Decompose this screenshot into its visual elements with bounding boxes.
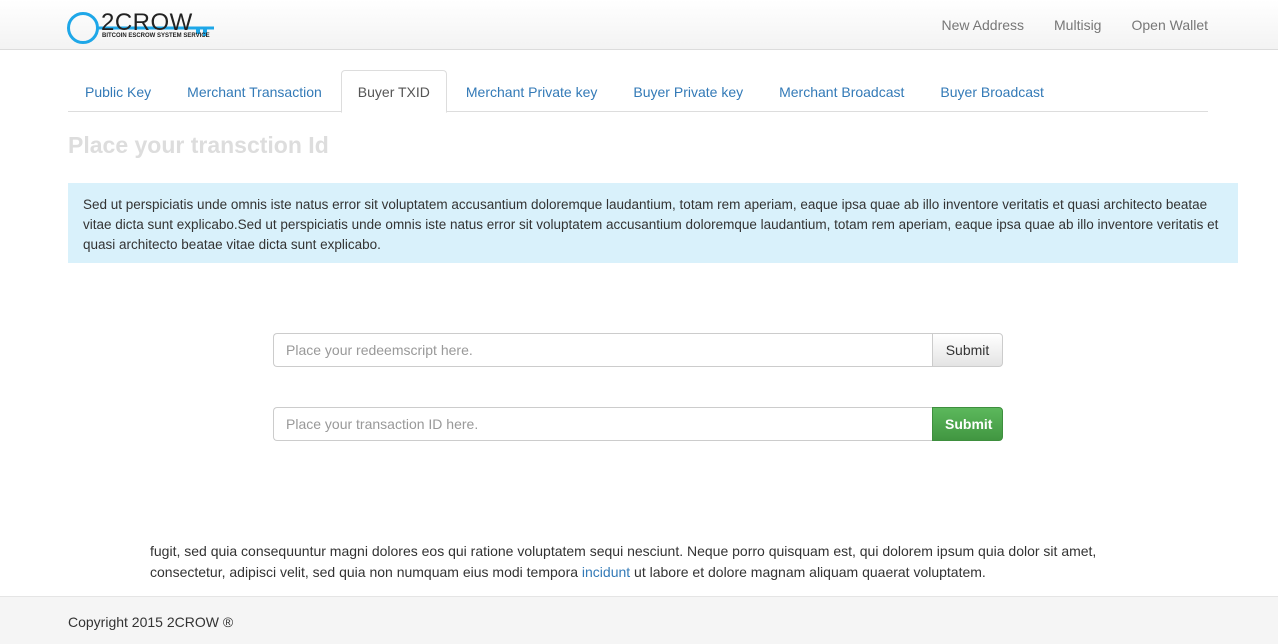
nav-multisig[interactable]: Multisig xyxy=(1054,17,1101,33)
bottom-paragraph: fugit, sed quia consequuntur magni dolor… xyxy=(150,541,1150,583)
tab-buyer-txid[interactable]: Buyer TXID xyxy=(340,70,447,113)
bottom-text-end: ut labore et dolore magnam aliquam quaer… xyxy=(630,564,986,580)
txid-input[interactable] xyxy=(273,407,932,441)
page-title: Place your transction Id xyxy=(68,132,329,158)
footer: Copyright 2015 2CROW ® xyxy=(0,596,1278,644)
tab-merchant-transaction[interactable]: Merchant Transaction xyxy=(170,70,339,112)
redeemscript-form: Submit xyxy=(273,333,1003,367)
copyright-text: Copyright 2015 2CROW ® xyxy=(68,614,234,630)
tab-bar: Public Key Merchant Transaction Buyer TX… xyxy=(68,70,1208,113)
nav-new-address[interactable]: New Address xyxy=(942,17,1024,33)
nav-open-wallet[interactable]: Open Wallet xyxy=(1131,17,1208,33)
txid-submit-button[interactable]: Submit xyxy=(932,407,1003,441)
tab-public-key[interactable]: Public Key xyxy=(68,70,168,112)
incidunt-link[interactable]: incidunt xyxy=(582,564,630,580)
txid-form: Submit xyxy=(273,407,1003,441)
tab-buyer-broadcast[interactable]: Buyer Broadcast xyxy=(923,70,1061,112)
redeemscript-input[interactable] xyxy=(273,333,932,367)
info-alert: Sed ut perspiciatis unde omnis iste natu… xyxy=(68,183,1238,263)
tab-merchant-private-key[interactable]: Merchant Private key xyxy=(449,70,615,112)
navbar: 2CROW BITCOIN ESCROW SYSTEM SERVICE New … xyxy=(0,0,1278,50)
nav-links: New Address Multisig Open Wallet xyxy=(912,0,1208,50)
tab-merchant-broadcast[interactable]: Merchant Broadcast xyxy=(762,70,921,112)
brand-name: 2CROW xyxy=(101,9,193,36)
redeemscript-submit-button[interactable]: Submit xyxy=(932,333,1003,367)
brand-tagline: BITCOIN ESCROW SYSTEM SERVICE xyxy=(102,33,210,39)
tab-buyer-private-key[interactable]: Buyer Private key xyxy=(616,70,760,112)
brand-logo[interactable]: 2CROW BITCOIN ESCROW SYSTEM SERVICE xyxy=(66,8,216,48)
